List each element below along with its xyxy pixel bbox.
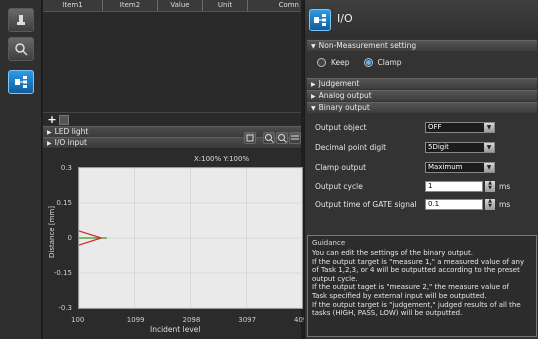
clamp-output-select[interactable]: Maximum ▼	[425, 162, 495, 173]
expand-arrow-icon: ▶	[47, 140, 52, 147]
section-binary-output[interactable]: ▼ Binary output	[307, 102, 537, 113]
io-settings-button[interactable]	[8, 70, 34, 94]
guidance-line: Task specified by external input will be…	[312, 291, 487, 300]
panel-header: I/O	[305, 0, 538, 38]
section-led-light-label: LED light	[54, 127, 89, 136]
output-time-stepper[interactable]: ▲ ▼	[485, 199, 495, 210]
section-io-input-label: I/O input	[54, 138, 87, 147]
output-cycle-label: Output cycle	[315, 182, 363, 191]
guidance-line: tasks (HIGH, PASS, LOW) will be outputte…	[312, 309, 463, 318]
output-cycle-input[interactable]: 1	[425, 181, 483, 192]
output-time-input[interactable]: 0.1	[425, 199, 483, 210]
panel-title: I/O	[337, 12, 353, 25]
guidance-line: You can edit the settings of the binary …	[312, 249, 473, 257]
row-clamp-output: Clamp output Maximum ▼	[315, 162, 535, 174]
measurement-view-button[interactable]	[8, 37, 34, 61]
y-tick-label: -0.3	[58, 304, 72, 312]
expand-arrow-icon: ▶	[311, 93, 316, 100]
section-judgement-label: Judgement	[318, 79, 360, 88]
graph-fit-button[interactable]	[244, 132, 256, 144]
guidance-line: If the output target is "measure 1," a m…	[312, 257, 525, 266]
output-time-unit: ms	[499, 200, 511, 209]
collapse-arrow-icon: ▼	[311, 43, 316, 50]
section-judgement[interactable]: ▶ Judgement	[307, 78, 537, 89]
guidance-line: If the output target is "judgement," jud…	[312, 300, 521, 309]
decimal-point-select[interactable]: 5Digit ▼	[425, 142, 495, 153]
grid-header: Item1 Item2 Value Unit Comn	[43, 0, 301, 12]
grid-icon	[291, 135, 299, 140]
output-time-label: Output time of GATE signal	[315, 200, 417, 209]
section-analog-output-label: Analog output	[318, 91, 372, 100]
decimal-point-label: Decimal point digit	[315, 143, 387, 152]
row-output-time: Output time of GATE signal 0.1 ▲ ▼ ms	[315, 199, 535, 211]
section-non-measurement-label: Non-Measurement setting	[318, 41, 417, 50]
guidance-line: of Task 1,2,3, or 4 will be outputted ac…	[312, 266, 520, 275]
guidance-title: Guidance	[312, 239, 346, 247]
zoom-in-icon	[265, 134, 274, 143]
guidance-box: Guidance You can edit the settings of th…	[307, 235, 537, 337]
col-comment[interactable]: Comn	[248, 0, 301, 11]
dropdown-arrow-icon: ▼	[484, 123, 494, 132]
col-unit[interactable]: Unit	[203, 0, 248, 11]
row-output-object: Output object OFF ▼	[315, 122, 535, 134]
row-option-button[interactable]	[59, 115, 69, 125]
output-cycle-stepper[interactable]: ▲ ▼	[485, 181, 495, 192]
dropdown-arrow-icon: ▼	[484, 163, 494, 172]
right-settings-panel: I/O ▼ Non-Measurement setting Keep Clamp …	[304, 0, 538, 339]
y-axis-label: Distance [mm]	[48, 206, 56, 258]
y-tick-label: -0.15	[53, 269, 72, 277]
radio-keep-label: Keep	[331, 58, 350, 67]
section-non-measurement[interactable]: ▼ Non-Measurement setting	[307, 40, 537, 51]
magnifier-icon	[15, 43, 28, 56]
decimal-point-value: 5Digit	[428, 143, 449, 151]
add-row-button[interactable]: +	[47, 114, 57, 125]
output-object-select[interactable]: OFF ▼	[425, 122, 495, 133]
x-tick-label: 100	[71, 316, 85, 324]
left-tool-rail	[0, 0, 42, 339]
radio-clamp-label: Clamp	[377, 58, 402, 67]
io-icon	[15, 76, 27, 88]
non-measurement-radio-group: Keep Clamp	[317, 58, 402, 67]
section-analog-output[interactable]: ▶ Analog output	[307, 90, 537, 101]
col-value[interactable]: Value	[158, 0, 203, 11]
col-item1[interactable]: Item1	[43, 0, 103, 11]
io-icon	[314, 14, 326, 26]
chart-svg	[78, 167, 303, 309]
output-object-value: OFF	[428, 123, 442, 131]
x-tick-label: 1099	[126, 316, 145, 324]
guidance-line: If the output taget is "measure 2," the …	[312, 283, 510, 292]
row-output-cycle: Output cycle 1 ▲ ▼ ms	[315, 181, 535, 193]
radio-clamp[interactable]	[363, 58, 373, 67]
zoom-readout: X:100% Y:100%	[194, 155, 250, 163]
y-tick-label: 0.3	[60, 164, 72, 172]
expand-arrow-icon: ▶	[311, 81, 316, 88]
dropdown-arrow-icon: ▼	[484, 143, 494, 152]
radio-keep[interactable]	[317, 58, 326, 67]
grid-toolbar: +	[43, 112, 301, 126]
output-cycle-unit: ms	[499, 182, 511, 191]
guidance-line: output cycle.	[312, 274, 358, 283]
clamp-output-label: Clamp output	[315, 163, 367, 172]
graph-settings-button[interactable]	[289, 132, 301, 144]
collapse-arrow-icon: ▼	[311, 105, 316, 112]
section-binary-output-label: Binary output	[318, 103, 370, 112]
io-header-icon	[309, 9, 331, 31]
clamp-output-value: Maximum	[428, 163, 463, 171]
x-tick-label: 3097	[238, 316, 257, 324]
zoom-out-icon	[278, 134, 287, 143]
zoom-in-button[interactable]	[263, 132, 275, 144]
zoom-out-button[interactable]	[276, 132, 288, 144]
x-tick-label: 2098	[182, 316, 201, 324]
grid-body	[43, 12, 301, 112]
sensor-settings-button[interactable]	[8, 8, 34, 32]
output-object-label: Output object	[315, 123, 367, 132]
x-axis-label: Incident level	[150, 325, 201, 334]
chart-plot-area	[78, 167, 303, 309]
fit-icon	[246, 134, 254, 142]
row-decimal-point: Decimal point digit 5Digit ▼	[315, 142, 535, 154]
col-item2[interactable]: Item2	[103, 0, 158, 11]
sensor-icon	[17, 15, 25, 25]
